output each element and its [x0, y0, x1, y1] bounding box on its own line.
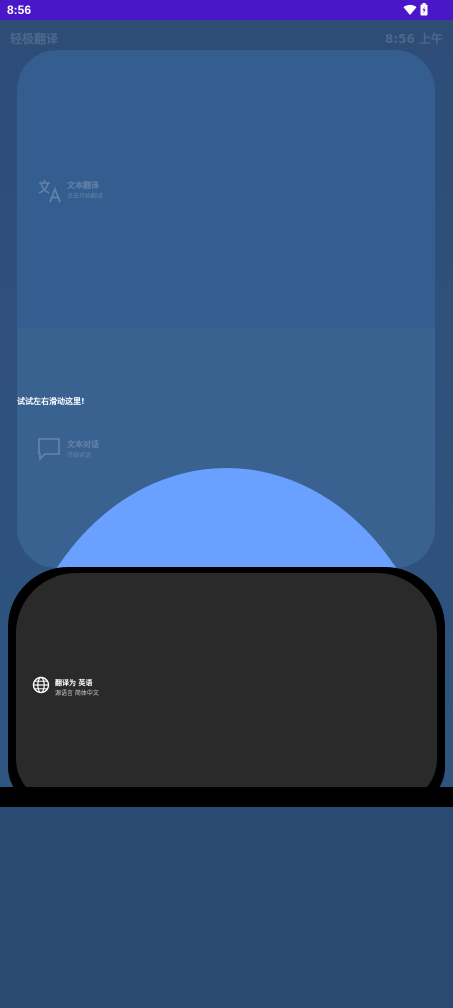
source-language-subtitle: 源语言 简体中文: [55, 690, 99, 697]
swipe-hint: 试试左右滑动这里!: [17, 397, 85, 406]
wifi-icon: [403, 4, 417, 15]
feature-subtitle: 开始对话: [67, 452, 92, 459]
app-title: 轻极翻译: [10, 32, 59, 46]
navigation-bar: [0, 787, 453, 807]
app-clock: 8:56 上午: [384, 32, 443, 46]
chat-icon: [38, 438, 60, 461]
status-icons: [403, 3, 433, 17]
target-language-title: 翻译为 英语: [55, 679, 93, 687]
translate-pad[interactable]: 翻译为 英语 源语言 简体中文: [16, 573, 437, 803]
status-bar: 8:56: [0, 0, 453, 20]
translate-icon: [38, 180, 61, 203]
feature-title: 文本翻译: [67, 181, 99, 190]
globe-icon: [32, 676, 50, 694]
feature-subtitle: 点击开始翻译: [67, 193, 104, 200]
feature-title: 文本对话: [67, 440, 99, 449]
battery-icon: [420, 3, 428, 16]
status-time: 8:56: [7, 3, 32, 17]
